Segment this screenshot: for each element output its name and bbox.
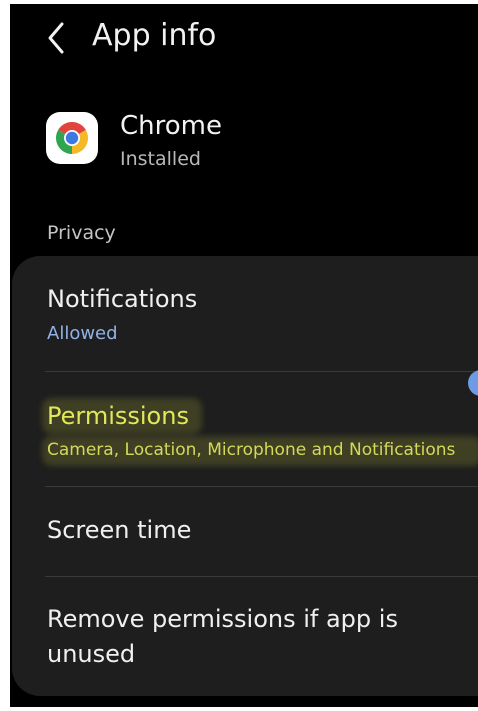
back-button[interactable] <box>42 18 70 58</box>
section-label-privacy: Privacy <box>47 222 116 244</box>
screen-time-item[interactable]: Screen time <box>12 487 478 577</box>
remove-permissions-item[interactable]: Remove permissions if app is unused <box>12 577 478 696</box>
permissions-title: Permissions <box>47 402 189 430</box>
notifications-subtitle: Allowed <box>47 323 118 344</box>
notifications-title: Notifications <box>47 285 198 313</box>
permissions-subtitle: Camera, Location, Microphone and Notific… <box>47 440 456 460</box>
privacy-card: Notifications Allowed Permissions Camera… <box>12 256 478 696</box>
header: App info <box>10 4 478 74</box>
screen-time-title: Screen time <box>47 516 192 544</box>
chrome-logo-icon <box>46 112 98 164</box>
chevron-left-icon <box>48 22 64 54</box>
remove-permissions-title: Remove permissions if app is unused <box>47 605 398 668</box>
permissions-item[interactable]: Permissions Camera, Location, Microphone… <box>12 372 478 486</box>
app-name: Chrome <box>120 111 222 141</box>
page-title: App info <box>92 18 217 53</box>
notifications-item[interactable]: Notifications Allowed <box>12 256 478 372</box>
app-info-screen: App info Chrome Installed Privacy Notifi… <box>10 4 478 707</box>
app-summary: Chrome Installed <box>10 100 478 190</box>
app-status: Installed <box>120 148 201 170</box>
